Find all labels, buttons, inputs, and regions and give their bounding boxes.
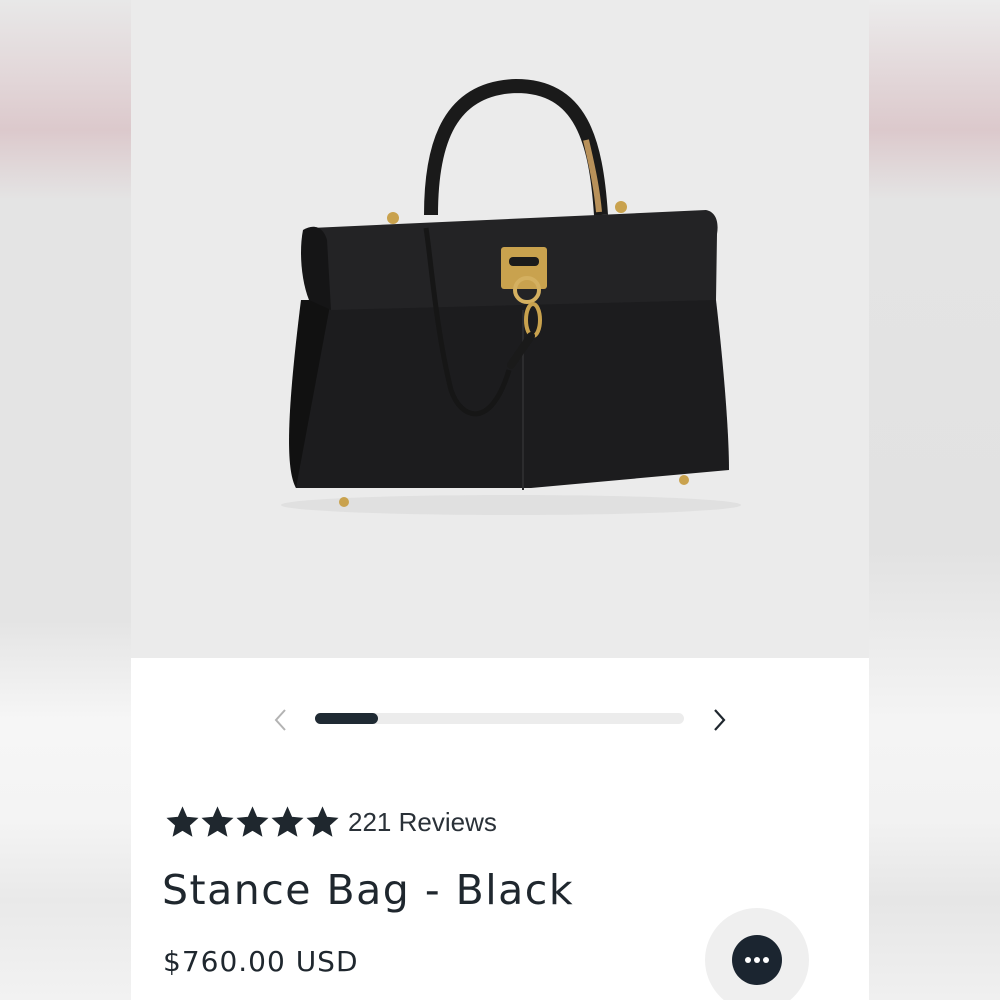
product-image[interactable] — [131, 0, 869, 658]
chat-button[interactable] — [705, 908, 809, 1000]
blurred-background-right — [869, 0, 1000, 1000]
carousel-progress-fill — [315, 713, 378, 724]
product-rating: 221 Reviews — [165, 802, 497, 842]
star-icon — [236, 806, 269, 837]
blurred-background-left — [0, 0, 131, 1000]
star-icon — [271, 806, 304, 837]
star-rating — [165, 806, 340, 838]
carousel-progress-track[interactable] — [315, 713, 684, 724]
star-icon — [166, 806, 199, 837]
reviews-link[interactable]: 221 Reviews — [348, 807, 497, 838]
star-icon — [306, 806, 339, 837]
chevron-right-icon[interactable] — [705, 704, 735, 736]
star-icon — [201, 806, 234, 837]
bag-illustration — [281, 78, 741, 515]
chat-bubble-icon — [732, 935, 782, 985]
product-page: 221 Reviews Stance Bag - Black $760.00 U… — [131, 0, 869, 1000]
chevron-left-icon[interactable] — [265, 704, 295, 736]
image-carousel-nav — [131, 700, 869, 740]
product-price: $760.00 USD — [163, 945, 359, 978]
product-title: Stance Bag - Black — [162, 866, 575, 914]
